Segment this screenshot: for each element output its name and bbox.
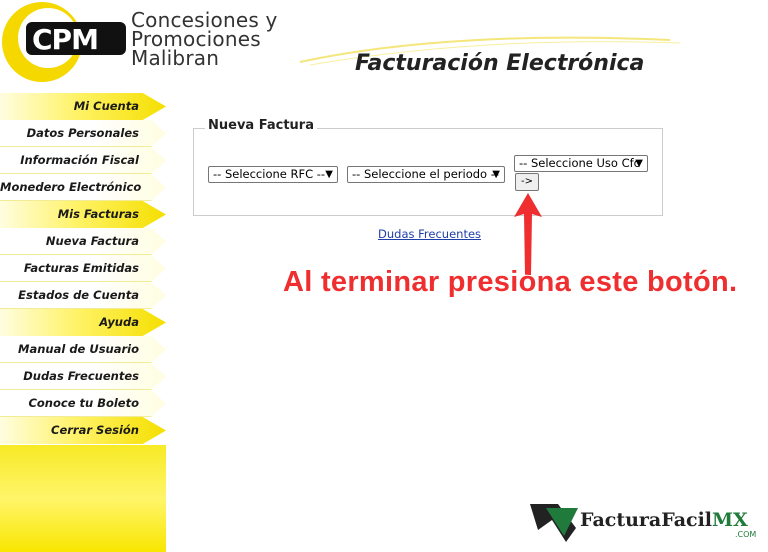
- sidebar-item-manual-de-usuario[interactable]: Manual de Usuario: [0, 336, 166, 363]
- submit-button[interactable]: ->: [515, 173, 539, 191]
- period-select-value: -- Seleccione el periodo --: [352, 167, 500, 181]
- rfc-select-value: -- Seleccione RFC --: [213, 167, 326, 181]
- uso-cfdi-select-value: -- Seleccione Uso Cfc: [519, 156, 640, 170]
- faq-link[interactable]: Dudas Frecuentes: [378, 227, 481, 241]
- sidebar-section-ayuda[interactable]: Ayuda: [0, 309, 166, 336]
- annotation-text: Al terminar presiona este botón.: [283, 266, 738, 298]
- sidebar-item-datos-personales[interactable]: Datos Personales: [0, 120, 166, 147]
- sidebar-item-cerrar-sesion[interactable]: Cerrar Sesión: [0, 417, 166, 444]
- sidebar-item-monedero-electronico[interactable]: Monedero Electrónico: [0, 174, 166, 201]
- watermark-text: FacturaFacilMX: [580, 509, 748, 531]
- sidebar-item-estados-de-cuenta[interactable]: Estados de Cuenta: [0, 282, 166, 309]
- sidebar-nav: Mi Cuenta Datos Personales Información F…: [0, 93, 166, 552]
- sidebar-item-dudas-frecuentes[interactable]: Dudas Frecuentes: [0, 363, 166, 390]
- watermark-text-main: FacturaFacil: [580, 509, 713, 531]
- chevron-down-icon: ▼: [325, 169, 333, 180]
- watermark-text-accent: MX: [712, 509, 748, 531]
- red-arrow-icon: [514, 193, 542, 275]
- sidebar-item-nueva-factura[interactable]: Nueva Factura: [0, 228, 166, 255]
- uso-cfdi-select[interactable]: -- Seleccione Uso Cfc ▼: [514, 155, 648, 172]
- rfc-select[interactable]: -- Seleccione RFC -- ▼: [208, 166, 338, 183]
- sidebar-footer-decoration: [0, 445, 166, 552]
- chevron-down-icon: ▼: [492, 169, 500, 180]
- sidebar-item-conoce-tu-boleto[interactable]: Conoce tu Boleto: [0, 390, 166, 417]
- fieldset-legend: Nueva Factura: [205, 118, 317, 133]
- sidebar-item-informacion-fiscal[interactable]: Información Fiscal: [0, 147, 166, 174]
- sidebar-item-facturas-emitidas[interactable]: Facturas Emitidas: [0, 255, 166, 282]
- watermark-com: .COM: [735, 530, 757, 539]
- page-title: Facturación Electrónica: [355, 51, 645, 76]
- chevron-down-icon: ▼: [635, 158, 643, 169]
- logo-letters: CPM: [32, 23, 98, 56]
- sidebar-section-mis-facturas[interactable]: Mis Facturas: [0, 201, 166, 228]
- period-select[interactable]: -- Seleccione el periodo -- ▼: [347, 166, 505, 183]
- sidebar-section-mi-cuenta[interactable]: Mi Cuenta: [0, 93, 166, 120]
